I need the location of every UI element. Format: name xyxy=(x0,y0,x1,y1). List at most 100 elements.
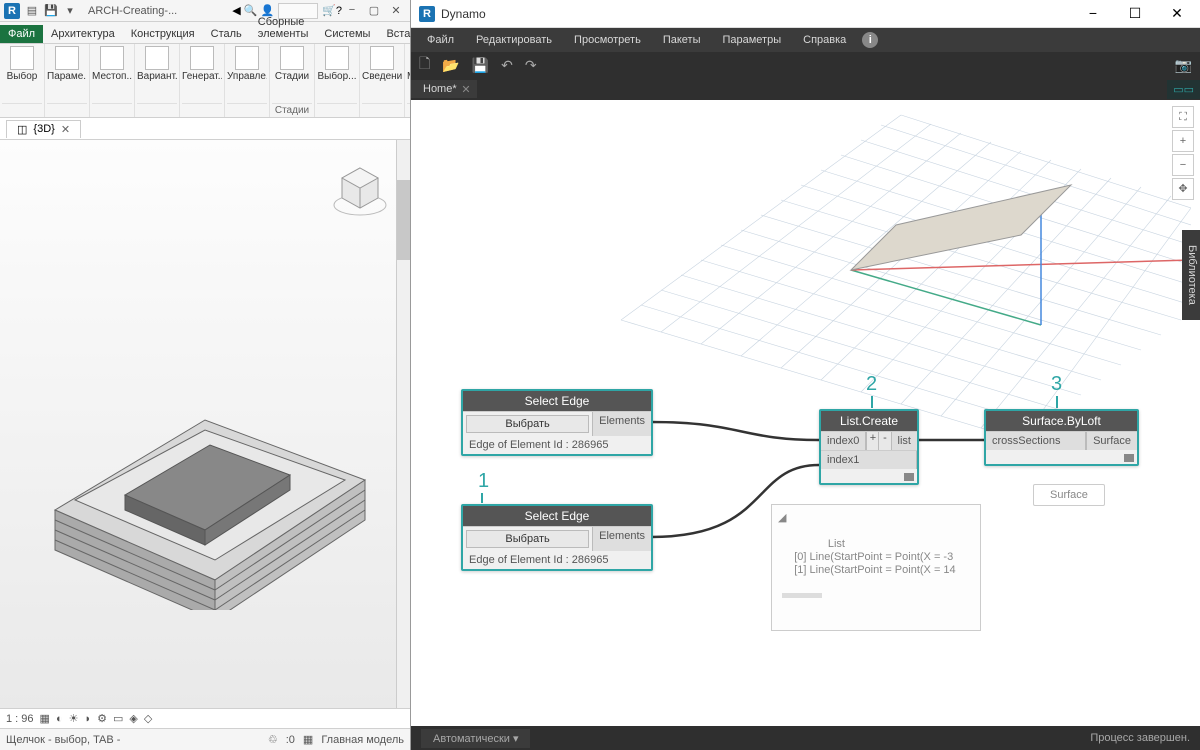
camera-icon[interactable]: 📷 xyxy=(1175,57,1192,74)
zoom-fit-icon[interactable]: ⛶ xyxy=(1172,106,1194,128)
library-panel-tab[interactable]: Библиотека xyxy=(1182,230,1200,320)
node-select-edge-1[interactable]: Select Edge Выбрать Elements Edge of Ele… xyxy=(461,389,653,456)
status-icon[interactable]: ♲ xyxy=(268,733,278,746)
revit-document-title: ARCH-Creating-... xyxy=(88,5,232,17)
file-tab[interactable]: Файл xyxy=(0,25,43,43)
output-port[interactable]: list xyxy=(891,432,917,450)
tab-close-icon[interactable]: ✕ xyxy=(61,123,70,136)
render-icon[interactable]: ⚙ xyxy=(97,712,107,725)
view-control-bar: 1 : 96 ▦ ◐ ☀ ◗ ⚙ ▭ ◈ ◇ xyxy=(0,708,410,728)
preview-scrollbar[interactable] xyxy=(782,593,822,598)
preview-text: List [0] Line(StartPoint = Point(X = -3 … xyxy=(782,538,956,576)
revit-window: R ▤ 💾 ▾ ARCH-Creating-... ◀ 🔍 👤 🛒 ? − ▢ … xyxy=(0,0,411,750)
zoom-in-icon[interactable]: + xyxy=(1172,130,1194,152)
detail-icon[interactable]: ▦ xyxy=(40,712,50,725)
lacing-icon[interactable] xyxy=(904,473,914,481)
ribbon-button[interactable]: Вариант... xyxy=(137,46,177,82)
select-button[interactable]: Выбрать xyxy=(466,530,589,548)
minimize-button[interactable]: − xyxy=(1078,5,1108,22)
scale-label[interactable]: 1 : 96 xyxy=(6,713,34,725)
run-mode-dropdown[interactable]: Автоматически ▾ xyxy=(421,729,530,748)
ribbon-button[interactable]: Выбор xyxy=(2,46,42,82)
visual-style-icon[interactable]: ◐ xyxy=(56,713,63,725)
pan-icon[interactable]: ✥ xyxy=(1172,178,1194,200)
input-port[interactable]: index1 xyxy=(821,451,917,469)
nav-back-icon[interactable]: ◀ xyxy=(232,4,240,17)
zoom-out-icon[interactable]: − xyxy=(1172,154,1194,176)
maximize-button[interactable]: ▢ xyxy=(364,4,384,17)
new-icon[interactable]: 🗋 xyxy=(419,53,430,77)
menu-file[interactable]: Файл xyxy=(417,31,464,49)
maximize-button[interactable]: ☐ xyxy=(1120,5,1150,22)
add-input-button[interactable]: + xyxy=(866,432,878,450)
output-port[interactable]: Elements xyxy=(592,527,651,551)
shadows-icon[interactable]: ◗ xyxy=(84,713,91,725)
output-port[interactable]: Elements xyxy=(592,412,651,436)
reveal-icon[interactable]: ◇ xyxy=(144,712,152,725)
cart-icon[interactable]: 🛒 xyxy=(322,4,336,17)
menu-help[interactable]: Справка xyxy=(793,31,856,49)
selection-icon xyxy=(325,46,349,70)
menu-params[interactable]: Параметры xyxy=(712,31,791,49)
ribbon-button[interactable]: Генерат... xyxy=(182,46,222,82)
generate-icon xyxy=(190,46,214,70)
open-icon[interactable]: 📂 xyxy=(442,57,459,74)
view-tab-3d[interactable]: ◫ {3D} ✕ xyxy=(6,120,81,138)
ribbon-button[interactable]: Стадии xyxy=(272,46,312,82)
annotation-line xyxy=(481,493,483,503)
scrollbar-thumb[interactable] xyxy=(397,180,410,260)
ribbon-button[interactable]: Макросы xyxy=(407,46,410,82)
ribbon-tab[interactable]: Архитектура xyxy=(43,25,123,43)
remove-input-button[interactable]: - xyxy=(878,432,890,450)
qat-save-icon[interactable]: 💾 xyxy=(43,3,59,19)
ribbon-button[interactable]: Выбор... xyxy=(317,46,357,82)
select-button[interactable]: Выбрать xyxy=(466,415,589,433)
ribbon-tab[interactable]: Сталь xyxy=(203,25,250,43)
workset-label[interactable]: Главная модель xyxy=(321,734,404,746)
dynamo-status-bar: Автоматически ▾ Процесс завершен. xyxy=(411,726,1200,750)
undo-icon[interactable]: ↶ xyxy=(501,57,513,74)
qat-open-icon[interactable]: ▤ xyxy=(24,3,40,19)
ribbon-tab[interactable]: Сборные элементы xyxy=(250,13,317,43)
filter-count: :0 xyxy=(286,734,295,746)
workspace-tab[interactable]: Home* ✕ xyxy=(411,80,477,98)
node-list-create[interactable]: List.Create index0 + - list index1 xyxy=(819,409,919,485)
lacing-icon[interactable] xyxy=(1124,454,1134,462)
output-preview-pill[interactable]: Surface xyxy=(1033,484,1105,506)
menu-packages[interactable]: Пакеты xyxy=(653,31,711,49)
vertical-scrollbar[interactable] xyxy=(396,140,410,708)
menu-edit[interactable]: Редактировать xyxy=(466,31,562,49)
view-toggle-icon[interactable]: ▭▭ xyxy=(1167,80,1200,99)
minimize-button[interactable]: − xyxy=(342,4,362,17)
save-icon[interactable]: 💾 xyxy=(472,57,489,74)
sun-icon[interactable]: ☀ xyxy=(69,712,79,725)
ribbon-button[interactable]: Сведения xyxy=(362,46,402,82)
tab-close-icon[interactable]: ✕ xyxy=(461,83,470,96)
menu-view[interactable]: Просмотреть xyxy=(564,31,651,49)
output-port[interactable]: Surface xyxy=(1086,432,1137,450)
ribbon-button[interactable]: Местоп... xyxy=(92,46,132,82)
node-select-edge-2[interactable]: Select Edge Выбрать Elements Edge of Ele… xyxy=(461,504,653,571)
close-button[interactable]: ✕ xyxy=(386,4,406,17)
dynamo-canvas[interactable]: Библиотека ⛶ + − ✥ 1 2 3 xyxy=(411,100,1200,726)
revit-3d-viewport[interactable] xyxy=(0,140,410,708)
qat-dropdown-icon[interactable]: ▾ xyxy=(62,3,78,19)
ribbon-button[interactable]: Управле... xyxy=(227,46,267,82)
node-preview[interactable]: ◢ List [0] Line(StartPoint = Point(X = -… xyxy=(771,504,981,631)
redo-icon[interactable]: ↷ xyxy=(525,57,537,74)
close-button[interactable]: ✕ xyxy=(1162,5,1192,22)
ribbon-button[interactable]: Параме... xyxy=(47,46,87,82)
hide-icon[interactable]: ◈ xyxy=(129,712,137,725)
viewcube[interactable] xyxy=(330,160,390,220)
node-surface-byloft[interactable]: Surface.ByLoft crossSections Surface xyxy=(984,409,1139,466)
input-port[interactable]: index0 xyxy=(821,432,866,450)
revit-status-bar: Щелчок - выбор, TAB - ♲ :0 ▦ Главная мод… xyxy=(0,728,410,750)
ribbon-tab[interactable]: Системы xyxy=(316,25,378,43)
info-icon[interactable]: i xyxy=(862,32,878,48)
ribbon-tab[interactable]: Конструкция xyxy=(123,25,203,43)
crop-icon[interactable]: ▭ xyxy=(113,712,123,725)
collapse-icon[interactable]: ◢ xyxy=(778,511,786,524)
annotation-2: 2 xyxy=(866,373,877,396)
workset-icon[interactable]: ▦ xyxy=(303,733,313,746)
input-port[interactable]: crossSections xyxy=(986,432,1086,450)
